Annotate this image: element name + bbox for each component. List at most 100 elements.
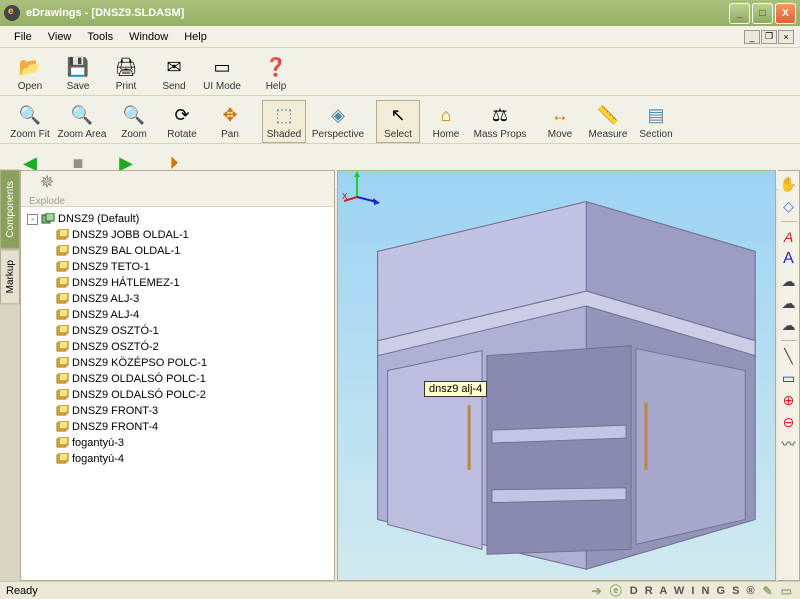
print-button[interactable]: 🖨Print [104, 52, 148, 95]
tree-item[interactable]: DNSZ9 BAL OLDAL-1 [27, 243, 328, 259]
part-icon [55, 245, 69, 257]
part-icon [55, 357, 69, 369]
panel-header: ✵Explode [21, 171, 334, 207]
send-button[interactable]: ✉Send [152, 52, 196, 95]
curve-icon[interactable]: 〰 [780, 435, 798, 453]
part-icon [55, 453, 69, 465]
part-icon [55, 229, 69, 241]
axis-triad-icon: x [342, 167, 779, 576]
part-icon [55, 373, 69, 385]
tree-item[interactable]: DNSZ9 ALJ-4 [27, 307, 328, 323]
zoomarea-icon: 🔍 [70, 103, 94, 127]
tree-item[interactable]: DNSZ9 OLDALSÓ POLC-1 [27, 371, 328, 387]
home-button[interactable]: ⌂Home [424, 100, 468, 143]
help-icon: ❓ [264, 55, 288, 79]
select-icon: ↖ [386, 103, 410, 127]
brand-arrow-icon: ➔ [592, 584, 604, 598]
perspective-button[interactable]: ◈Perspective [310, 100, 366, 143]
tree-item[interactable]: DNSZ9 OSZTÓ-1 [27, 323, 328, 339]
tree-item[interactable]: DNSZ9 JOBB OLDAL-1 [27, 227, 328, 243]
mdi-restore-button[interactable]: ❐ [761, 30, 777, 44]
tree-item[interactable]: DNSZ9 TETO-1 [27, 259, 328, 275]
measure-icon: 📏 [596, 103, 620, 127]
circle-minus-icon[interactable]: ⊖ [780, 413, 798, 431]
eraser-icon[interactable]: ◇ [780, 197, 798, 215]
tree-root[interactable]: -DNSZ9 (Default) [27, 211, 328, 227]
tab-markup[interactable]: Markup [0, 249, 20, 304]
cloud-leader-icon[interactable]: ☁ [780, 294, 798, 312]
window-controls: _ □ X [729, 3, 796, 24]
close-button[interactable]: X [775, 3, 796, 24]
menu-window[interactable]: Window [121, 28, 176, 46]
tree-item-label: DNSZ9 FRONT-4 [72, 421, 158, 433]
save-button[interactable]: 💾Save [56, 52, 100, 95]
text-small-icon[interactable]: A [780, 228, 798, 246]
tree-item-label: fogantyú-3 [72, 437, 124, 449]
section-button[interactable]: ▤Section [634, 100, 678, 143]
tree-item[interactable]: DNSZ9 FRONT-4 [27, 419, 328, 435]
title-bar: eDrawings - [DNSZ9.SLDASM] _ □ X [0, 0, 800, 26]
tree-item-label: DNSZ9 ALJ-4 [72, 309, 139, 321]
viewport-3d[interactable]: dnsz9 alj-4 x [337, 170, 776, 581]
tree-item[interactable]: fogantyú-4 [27, 451, 328, 467]
menu-tools[interactable]: Tools [79, 28, 121, 46]
zoom-button[interactable]: 🔍Zoom [112, 100, 156, 143]
part-icon [55, 437, 69, 449]
circle-plus-icon[interactable]: ⊕ [780, 391, 798, 409]
send-icon: ✉ [162, 55, 186, 79]
zoomarea-button[interactable]: 🔍Zoom Area [56, 100, 108, 143]
mdi-minimize-button[interactable]: _ [744, 30, 760, 44]
move-button[interactable]: ↔Move [538, 100, 582, 143]
menu-view[interactable]: View [40, 28, 80, 46]
app-icon [4, 5, 20, 21]
rectangle-icon[interactable]: ▭ [780, 369, 798, 387]
pan-icon: ✥ [218, 103, 242, 127]
tree-item[interactable]: DNSZ9 OSZTÓ-2 [27, 339, 328, 355]
pan-button[interactable]: ✥Pan [208, 100, 252, 143]
svg-text:x: x [342, 190, 348, 202]
massprops-button[interactable]: ⚖Mass Props [472, 100, 528, 143]
tree-item[interactable]: DNSZ9 ALJ-3 [27, 291, 328, 307]
explode-button[interactable]: ✵Explode [27, 167, 67, 210]
tree-item[interactable]: fogantyú-3 [27, 435, 328, 451]
part-icon [55, 309, 69, 321]
part-icon [55, 277, 69, 289]
zoomfit-icon: 🔍 [18, 103, 42, 127]
minimize-button[interactable]: _ [729, 3, 750, 24]
explode-icon: ✵ [35, 170, 59, 194]
tree-item-label: DNSZ9 JOBB OLDAL-1 [72, 229, 189, 241]
assembly-icon [41, 213, 55, 225]
select-button[interactable]: ↖Select [376, 100, 420, 143]
uimode-button[interactable]: ▭UI Mode [200, 52, 244, 95]
options-icon[interactable]: ▭ [781, 584, 794, 598]
tree-item-label: DNSZ9 TETO-1 [72, 261, 150, 273]
tree-item[interactable]: DNSZ9 HÁTLEMEZ-1 [27, 275, 328, 291]
rotate-button[interactable]: ⟳Rotate [160, 100, 204, 143]
menu-file[interactable]: File [6, 28, 40, 46]
tree-item[interactable]: DNSZ9 FRONT-3 [27, 403, 328, 419]
maximize-button[interactable]: □ [752, 3, 773, 24]
menu-help[interactable]: Help [176, 28, 215, 46]
mdi-close-button[interactable]: × [778, 30, 794, 44]
collapse-icon[interactable]: - [27, 214, 38, 225]
text-large-icon[interactable]: A [780, 250, 798, 268]
help-button[interactable]: ❓Help [254, 52, 298, 95]
tree-item-label: DNSZ9 ALJ-3 [72, 293, 139, 305]
massprops-icon: ⚖ [488, 103, 512, 127]
line-icon[interactable]: ╲ [780, 347, 798, 365]
tree-item-label: DNSZ9 OLDALSÓ POLC-1 [72, 373, 206, 385]
hand-icon[interactable]: ✋ [780, 175, 798, 193]
open-button[interactable]: 📂Open [8, 52, 52, 95]
tree-item[interactable]: DNSZ9 OLDALSÓ POLC-2 [27, 387, 328, 403]
side-tabs: Components Markup [0, 170, 20, 581]
shaded-button[interactable]: ⬚Shaded [262, 100, 306, 143]
tree-item[interactable]: DNSZ9 KÖZÉPSO POLC-1 [27, 355, 328, 371]
pencil-icon[interactable]: ✎ [763, 584, 775, 598]
brand-area: ➔ ⓔ D R A W I N G S ® ✎ ▭ [592, 582, 794, 599]
cloud-icon[interactable]: ☁ [780, 272, 798, 290]
cloud-text-icon[interactable]: ☁ [780, 316, 798, 334]
component-tree[interactable]: -DNSZ9 (Default) DNSZ9 JOBB OLDAL-1 DNSZ9 … [21, 207, 334, 580]
zoomfit-button[interactable]: 🔍Zoom Fit [8, 100, 52, 143]
tab-components[interactable]: Components [0, 170, 20, 249]
measure-button[interactable]: 📏Measure [586, 100, 630, 143]
